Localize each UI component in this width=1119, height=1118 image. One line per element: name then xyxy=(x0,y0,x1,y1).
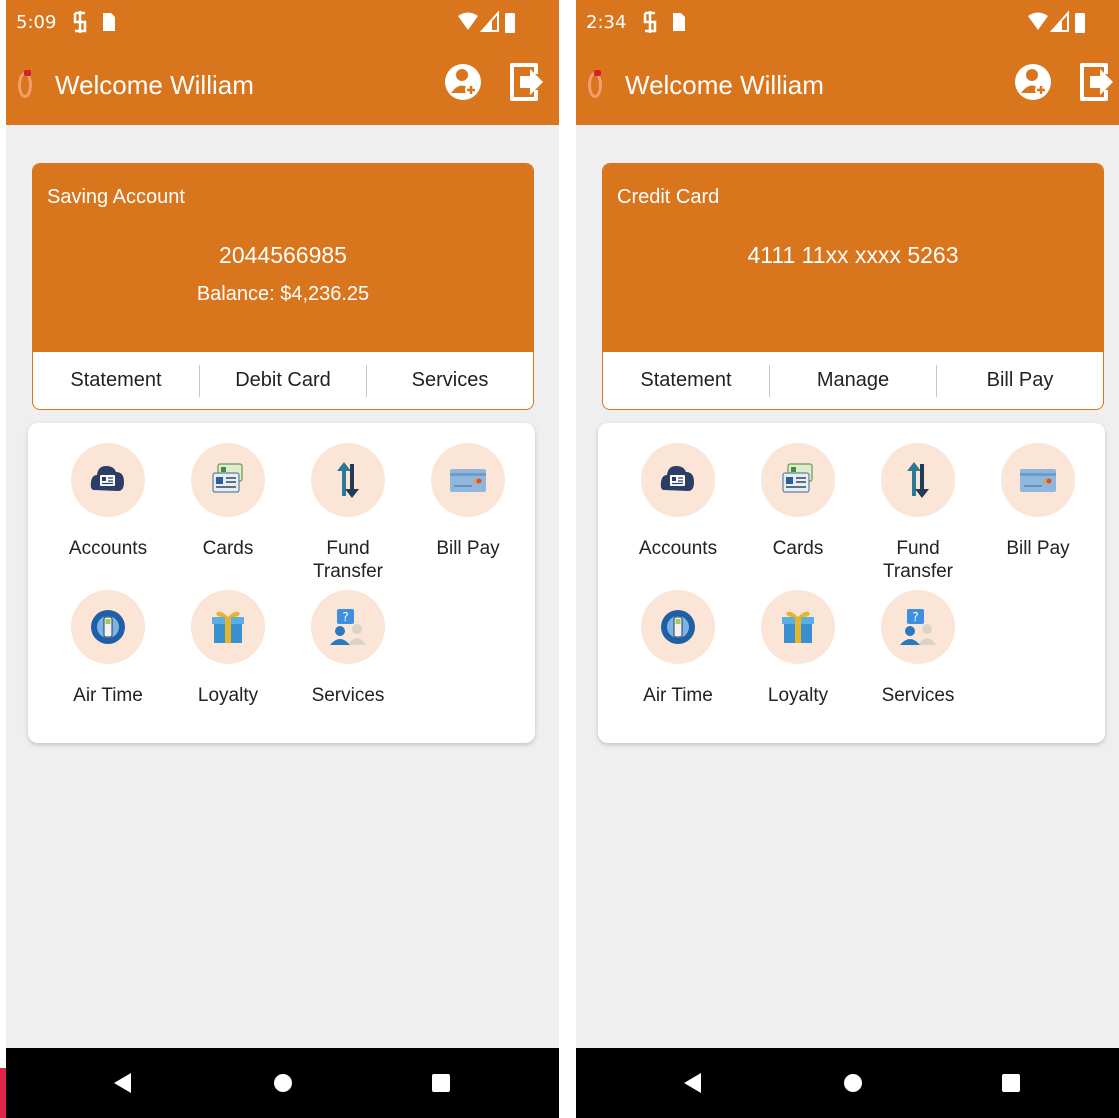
wifi-icon xyxy=(1028,12,1048,30)
menu-item-air-time[interactable]: Air Time xyxy=(618,590,738,707)
air-time-icon xyxy=(661,610,695,644)
home-icon[interactable] xyxy=(841,1071,865,1095)
menu-label: Air Time xyxy=(643,685,713,706)
menu-item-fund-transfer[interactable]: Fund Transfer xyxy=(288,443,408,583)
menu-grid: Accounts Cards Fund Transfer Bill Pay Air… xyxy=(598,423,1105,743)
brand-logo-icon xyxy=(18,70,32,98)
debit-card-button[interactable]: Debit Card xyxy=(200,369,366,392)
statement-button[interactable]: Statement xyxy=(603,369,769,392)
system-navigation-bar xyxy=(6,1048,559,1118)
fund-transfer-icon xyxy=(337,462,359,498)
phone-screen-credit-card: 2:34 Welcome William Credit Card 4111 11… xyxy=(576,0,1119,1118)
menu-item-loyalty[interactable]: Loyalty xyxy=(168,590,288,707)
menu-label: Services xyxy=(881,685,955,706)
menu-grid: Accounts Cards Fund Transfer Bill Pay Air… xyxy=(28,423,535,743)
status-time: 5:09 xyxy=(16,12,57,33)
account-card-header: Saving Account 2044566985 Balance: $4,23… xyxy=(33,164,533,352)
app-bar: Welcome William xyxy=(6,46,559,125)
menu-label: Cards xyxy=(202,538,254,559)
account-type: Saving Account xyxy=(47,186,185,208)
bill-pay-icon xyxy=(450,469,486,492)
status-bar: 5:09 xyxy=(6,0,559,46)
account-card[interactable]: Credit Card 4111 11xx xxxx 5263 Statemen… xyxy=(602,163,1104,410)
logout-icon[interactable] xyxy=(506,60,546,104)
welcome-title: Welcome William xyxy=(55,70,254,100)
menu-label: Bill Pay xyxy=(1006,538,1070,559)
status-bar: 2:34 xyxy=(576,0,1119,46)
services-icon: ? xyxy=(330,609,366,645)
back-icon[interactable] xyxy=(681,1071,705,1095)
manage-button[interactable]: Manage xyxy=(770,369,936,392)
wifi-icon xyxy=(458,12,478,30)
back-icon[interactable] xyxy=(111,1071,135,1095)
home-icon[interactable] xyxy=(271,1071,295,1095)
svg-text:?: ? xyxy=(342,610,348,624)
recents-icon[interactable] xyxy=(429,1071,453,1095)
cell-signal-icon xyxy=(1050,10,1069,32)
accounts-icon xyxy=(660,466,694,491)
bill-pay-button[interactable]: Bill Pay xyxy=(937,369,1103,392)
menu-label: Cards xyxy=(772,538,824,559)
recents-icon[interactable] xyxy=(999,1071,1023,1095)
services-icon: ? xyxy=(900,609,936,645)
statement-button[interactable]: Statement xyxy=(33,369,199,392)
menu-item-loyalty[interactable]: Loyalty xyxy=(738,590,858,707)
services-button[interactable]: Services xyxy=(367,369,533,392)
logout-icon[interactable] xyxy=(1076,60,1116,104)
brand-logo-icon xyxy=(588,70,602,98)
sd-card-icon xyxy=(673,13,685,31)
add-user-icon[interactable] xyxy=(443,60,483,104)
loyalty-icon xyxy=(782,611,814,643)
cards-icon xyxy=(212,463,243,493)
account-type: Credit Card xyxy=(617,186,720,208)
sim-status-icon xyxy=(643,11,657,33)
loyalty-icon xyxy=(212,611,244,643)
cell-signal-icon xyxy=(480,10,499,32)
battery-icon xyxy=(505,13,515,33)
phone-screen-saving-account: 5:09 Welcome William Saving Account 2044… xyxy=(6,0,559,1118)
svg-text:?: ? xyxy=(912,610,918,624)
menu-label: Accounts xyxy=(68,538,148,559)
edge-marker xyxy=(0,1068,6,1118)
menu-label: Services xyxy=(311,685,385,706)
menu-item-services[interactable]: ? Services xyxy=(858,590,978,707)
account-balance: Balance: $4,236.25 xyxy=(196,283,370,305)
menu-item-cards[interactable]: Cards xyxy=(168,443,288,560)
system-navigation-bar xyxy=(576,1048,1119,1118)
fund-transfer-icon xyxy=(907,462,929,498)
add-user-icon[interactable] xyxy=(1013,60,1053,104)
menu-label: Accounts xyxy=(638,538,718,559)
card-action-bar: Statement Debit Card Services xyxy=(33,352,533,409)
sim-status-icon xyxy=(73,11,87,33)
menu-item-air-time[interactable]: Air Time xyxy=(48,590,168,707)
accounts-icon xyxy=(90,466,124,491)
menu-label: Bill Pay xyxy=(436,538,500,559)
battery-icon xyxy=(1075,13,1085,33)
status-time: 2:34 xyxy=(586,12,627,33)
air-time-icon xyxy=(91,610,125,644)
menu-item-bill-pay[interactable]: Bill Pay xyxy=(408,443,528,560)
account-number: 2044566985 xyxy=(219,242,347,268)
account-card[interactable]: Saving Account 2044566985 Balance: $4,23… xyxy=(32,163,534,410)
menu-item-accounts[interactable]: Accounts xyxy=(48,443,168,560)
welcome-title: Welcome William xyxy=(625,70,824,100)
sd-card-icon xyxy=(103,13,115,31)
menu-label: Air Time xyxy=(73,685,143,706)
menu-item-services[interactable]: ? Services xyxy=(288,590,408,707)
menu-label: Loyalty xyxy=(767,685,829,706)
menu-label: Fund Transfer xyxy=(312,538,384,582)
bill-pay-icon xyxy=(1020,469,1056,492)
card-action-bar: Statement Manage Bill Pay xyxy=(603,352,1103,409)
card-number: 4111 11xx xxxx 5263 xyxy=(747,242,959,268)
menu-label: Loyalty xyxy=(197,685,259,706)
menu-item-accounts[interactable]: Accounts xyxy=(618,443,738,560)
cards-icon xyxy=(782,463,813,493)
menu-item-fund-transfer[interactable]: Fund Transfer xyxy=(858,443,978,583)
app-bar: Welcome William xyxy=(576,46,1119,125)
menu-item-bill-pay[interactable]: Bill Pay xyxy=(978,443,1098,560)
menu-label: Fund Transfer xyxy=(882,538,954,582)
menu-item-cards[interactable]: Cards xyxy=(738,443,858,560)
account-card-header: Credit Card 4111 11xx xxxx 5263 xyxy=(603,164,1103,352)
